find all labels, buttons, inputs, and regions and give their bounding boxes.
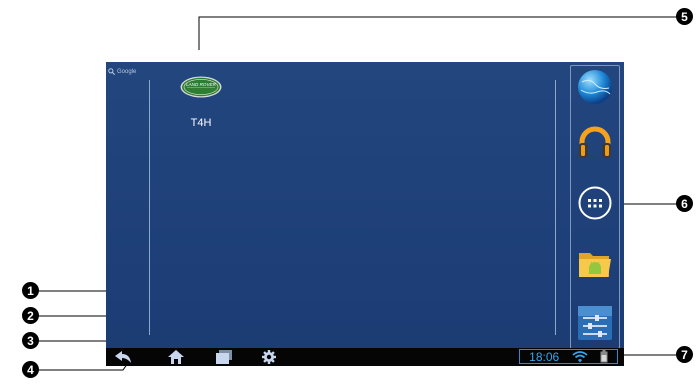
globe-icon [578,70,612,104]
callout-3: 3 [22,332,39,349]
back-icon [115,351,131,363]
land-rover-logo: LAND ROVER [180,76,222,98]
favorites-dock [570,65,620,349]
callout-6: 6 [676,195,693,212]
recent-apps-button[interactable] [214,349,234,365]
settings-shortcut[interactable] [576,304,614,342]
clock: 18:06 [529,349,560,364]
status-area[interactable]: 18:06 [519,349,618,364]
svg-text:LAND ROVER: LAND ROVER [186,82,217,87]
back-button[interactable] [113,349,133,365]
music-shortcut[interactable] [576,123,614,161]
callout-4: 4 [22,361,39,378]
search-icon [108,68,115,75]
callout-2: 2 [22,307,39,324]
folder-icon [579,253,611,277]
app-drawer-icon [578,186,612,220]
system-navigation-bar: 18:06 [106,348,624,366]
callout-7: 7 [676,346,693,363]
home-icon [168,350,184,364]
gear-icon [262,350,276,364]
app-t4h[interactable]: LAND ROVER T4H [176,76,226,129]
left-divider [149,80,150,335]
wifi-icon [571,350,588,362]
file-manager-shortcut[interactable] [576,244,614,282]
tablet-screen: Google LAND ROVER T4H 18:06 [106,62,624,366]
callout-5: 5 [676,8,693,25]
home-button[interactable] [166,349,186,365]
app-label: T4H [190,117,212,129]
callout-1: 1 [22,282,39,299]
right-divider [555,80,556,335]
recent-apps-icon [216,350,232,364]
settings-sliders-icon [578,306,612,340]
headphones-icon [579,126,611,158]
browser-shortcut[interactable] [576,68,614,106]
google-search[interactable]: Google [108,68,136,75]
settings-button[interactable] [259,349,279,365]
battery-icon [600,350,608,363]
search-label: Google [117,68,137,75]
app-drawer-button[interactable] [576,184,614,222]
